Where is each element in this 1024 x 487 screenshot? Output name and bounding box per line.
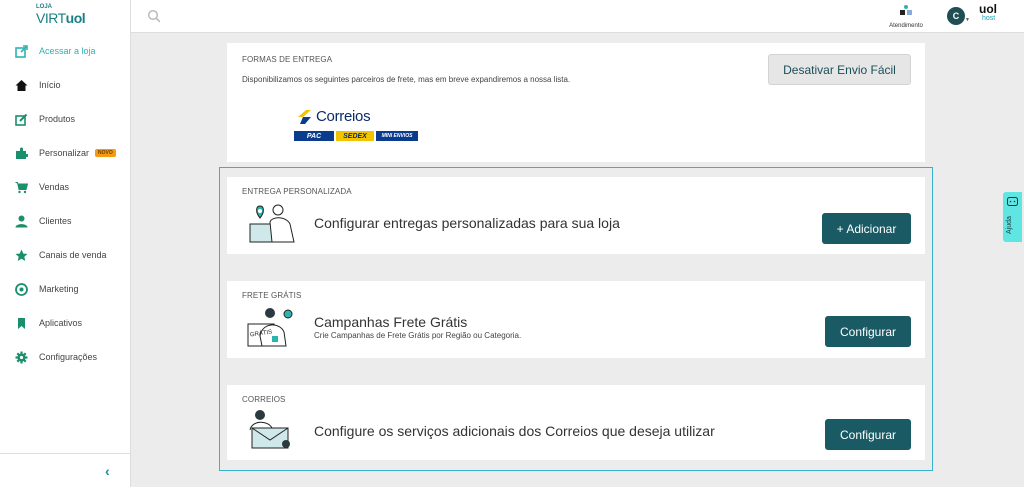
mini-envios-label: MINI ENVIOS bbox=[376, 131, 418, 141]
atendimento-button[interactable]: Atendimento bbox=[883, 4, 929, 29]
adicionar-button[interactable]: + Adicionar bbox=[822, 213, 911, 244]
help-label: Ajuda bbox=[1006, 216, 1013, 234]
sidebar-nav: Acessar a loja Início Produtos Personali… bbox=[0, 34, 130, 374]
puzzle-icon bbox=[15, 147, 28, 160]
sidebar-item-vendas[interactable]: Vendas bbox=[0, 170, 130, 204]
edit-icon bbox=[15, 113, 28, 126]
frete-gratis-card: FRETE GRÁTIS Campanhas Frete Grátis Crie… bbox=[227, 281, 925, 358]
formas-description: Disponibilizamos os seguintes parceiros … bbox=[242, 75, 571, 84]
home-icon bbox=[15, 79, 28, 92]
section-title: ENTREGA PERSONALIZADA bbox=[242, 187, 352, 196]
top-bar: Atendimento C ▼ uol host bbox=[131, 0, 1024, 33]
entrega-personalizada-card: ENTREGA PERSONALIZADA Configurar entrega… bbox=[227, 177, 925, 254]
sidebar: LOJA VIRTuol Acessar a loja Início Produ… bbox=[0, 0, 131, 487]
sidebar-item-label: Início bbox=[39, 80, 61, 90]
help-tab[interactable]: Ajuda bbox=[1003, 192, 1022, 242]
sidebar-item-marketing[interactable]: Marketing bbox=[0, 272, 130, 306]
sidebar-item-label: Aplicativos bbox=[39, 318, 83, 328]
sidebar-item-produtos[interactable]: Produtos bbox=[0, 102, 130, 136]
delivery-person-illustration-icon bbox=[249, 204, 295, 243]
sidebar-item-canais-de-venda[interactable]: Canais de venda bbox=[0, 238, 130, 272]
chevron-down-icon[interactable]: ▼ bbox=[965, 17, 970, 23]
sidebar-item-configuracoes[interactable]: Configurações bbox=[0, 340, 130, 374]
sidebar-item-label: Clientes bbox=[39, 216, 72, 226]
frete-headline: Campanhas Frete Grátis bbox=[314, 314, 468, 330]
support-icon bbox=[900, 5, 912, 15]
star-icon bbox=[15, 249, 28, 262]
new-badge: NOVO bbox=[95, 149, 116, 157]
sidebar-item-label: Acessar a loja bbox=[39, 46, 96, 56]
mail-envelope-illustration-icon bbox=[249, 410, 290, 449]
section-title: CORREIOS bbox=[242, 395, 286, 404]
sidebar-item-label: Personalizar bbox=[39, 148, 90, 158]
sidebar-item-label: Configurações bbox=[39, 352, 98, 362]
sidebar-item-label: Produtos bbox=[39, 114, 76, 124]
loja-virtuol-logo[interactable]: LOJA VIRTuol bbox=[36, 4, 96, 30]
user-icon bbox=[15, 215, 28, 228]
logo-text: VIRTuol bbox=[36, 10, 86, 26]
correios-card: CORREIOS Configure os serviços adicionai… bbox=[227, 385, 925, 460]
collapse-sidebar-chevron-icon[interactable]: ‹ bbox=[105, 463, 110, 479]
sidebar-item-personalizar[interactable]: Personalizar NOVO bbox=[0, 136, 130, 170]
cart-icon bbox=[15, 181, 28, 194]
sidebar-item-label: Marketing bbox=[39, 284, 79, 294]
sidebar-item-label: Vendas bbox=[39, 182, 70, 192]
target-icon bbox=[15, 282, 28, 296]
sidebar-footer: ‹ bbox=[0, 453, 130, 487]
bookmark-icon bbox=[15, 317, 28, 330]
configurar-frete-gratis-button[interactable]: Configurar bbox=[825, 316, 911, 347]
sidebar-item-label: Canais de venda bbox=[39, 250, 107, 260]
uol-host-logo: uol host bbox=[979, 2, 997, 22]
sidebar-item-acessar-loja[interactable]: Acessar a loja bbox=[0, 34, 130, 68]
correios-symbol-icon bbox=[298, 110, 311, 124]
sedex-label: SEDEX bbox=[336, 131, 374, 141]
external-link-icon bbox=[15, 44, 28, 58]
avatar[interactable]: C bbox=[947, 7, 965, 25]
desativar-envio-facil-button[interactable]: Desativar Envio Fácil bbox=[768, 54, 911, 85]
entrega-headline: Configurar entregas personalizadas para … bbox=[314, 215, 620, 231]
gear-icon bbox=[15, 351, 28, 364]
correios-headline: Configure os serviços adicionais dos Cor… bbox=[314, 423, 715, 439]
search-icon[interactable] bbox=[147, 9, 161, 23]
configurar-correios-button[interactable]: Configurar bbox=[825, 419, 911, 450]
section-title: FRETE GRÁTIS bbox=[242, 291, 302, 300]
pac-label: PAC bbox=[294, 131, 334, 141]
correios-logo: Correios PAC SEDEX MINI ENVIOS bbox=[294, 108, 422, 144]
chat-icon bbox=[1007, 197, 1018, 206]
atendimento-label: Atendimento bbox=[889, 23, 923, 29]
free-shipping-illustration-icon: GRÁTIS bbox=[246, 306, 298, 350]
sidebar-item-clientes[interactable]: Clientes bbox=[0, 204, 130, 238]
section-title: FORMAS DE ENTREGA bbox=[242, 55, 333, 64]
sidebar-item-inicio[interactable]: Início bbox=[0, 68, 130, 102]
sidebar-item-aplicativos[interactable]: Aplicativos bbox=[0, 306, 130, 340]
frete-subline: Crie Campanhas de Frete Grátis por Regiã… bbox=[314, 331, 522, 340]
